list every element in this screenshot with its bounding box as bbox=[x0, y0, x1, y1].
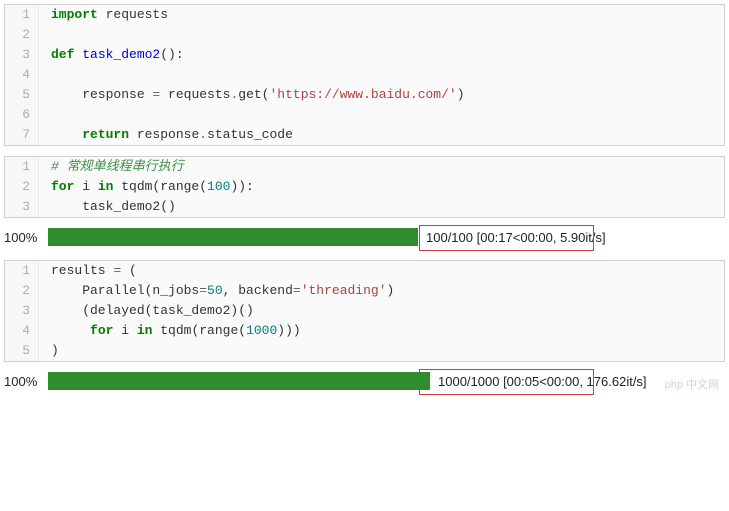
code-block-1: 1import requests2 3def task_demo2():4 5 … bbox=[4, 4, 725, 146]
code-line: 3 task_demo2() bbox=[5, 197, 724, 217]
line-number: 3 bbox=[5, 45, 39, 65]
line-number: 5 bbox=[5, 85, 39, 105]
line-number: 4 bbox=[5, 321, 39, 341]
progress-fill-2 bbox=[48, 372, 430, 390]
code-line: 3 (delayed(task_demo2)() bbox=[5, 301, 724, 321]
code-line: 1import requests bbox=[5, 5, 724, 25]
line-number: 2 bbox=[5, 25, 39, 45]
code-line: 2 bbox=[5, 25, 724, 45]
code-text: task_demo2() bbox=[39, 197, 724, 217]
code-text: for i in tqdm(range(1000))) bbox=[39, 321, 724, 341]
line-number: 6 bbox=[5, 105, 39, 125]
code-line: 2 Parallel(n_jobs=50, backend='threading… bbox=[5, 281, 724, 301]
code-line: 4 bbox=[5, 65, 724, 85]
code-text: for i in tqdm(range(100)): bbox=[39, 177, 724, 197]
line-number: 7 bbox=[5, 125, 39, 145]
code-text bbox=[39, 105, 724, 125]
progress-fill-1 bbox=[48, 228, 418, 246]
code-line: 1# 常规单线程串行执行 bbox=[5, 157, 724, 177]
line-number: 2 bbox=[5, 281, 39, 301]
line-number: 1 bbox=[5, 157, 39, 177]
code-text: # 常规单线程串行执行 bbox=[39, 157, 724, 177]
code-line: 2for i in tqdm(range(100)): bbox=[5, 177, 724, 197]
code-text: Parallel(n_jobs=50, backend='threading') bbox=[39, 281, 724, 301]
code-line: 5) bbox=[5, 341, 724, 361]
code-line: 3def task_demo2(): bbox=[5, 45, 724, 65]
progress-bar-1: 100% 100/100 [00:17<00:00, 5.90it/s] bbox=[4, 228, 725, 246]
code-text: import requests bbox=[39, 5, 724, 25]
code-line: 4 for i in tqdm(range(1000))) bbox=[5, 321, 724, 341]
line-number: 2 bbox=[5, 177, 39, 197]
code-line: 1results = ( bbox=[5, 261, 724, 281]
code-text: ) bbox=[39, 341, 724, 361]
code-line: 5 response = requests.get('https://www.b… bbox=[5, 85, 724, 105]
code-text: response = requests.get('https://www.bai… bbox=[39, 85, 724, 105]
code-text: def task_demo2(): bbox=[39, 45, 724, 65]
code-block-3: 1results = (2 Parallel(n_jobs=50, backen… bbox=[4, 260, 725, 362]
line-number: 3 bbox=[5, 197, 39, 217]
code-text bbox=[39, 65, 724, 85]
progress-text-2: 1000/1000 [00:05<00:00, 176.62it/s] bbox=[438, 374, 647, 389]
progress-text-1: 100/100 [00:17<00:00, 5.90it/s] bbox=[426, 230, 606, 245]
watermark: php 中文网 bbox=[665, 376, 719, 392]
code-text: results = ( bbox=[39, 261, 724, 281]
progress-pct-2: 100% bbox=[4, 374, 48, 389]
line-number: 4 bbox=[5, 65, 39, 85]
line-number: 3 bbox=[5, 301, 39, 321]
line-number: 5 bbox=[5, 341, 39, 361]
code-text: return response.status_code bbox=[39, 125, 724, 145]
code-line: 6 bbox=[5, 105, 724, 125]
line-number: 1 bbox=[5, 5, 39, 25]
code-text bbox=[39, 25, 724, 45]
line-number: 1 bbox=[5, 261, 39, 281]
code-block-2: 1# 常规单线程串行执行2for i in tqdm(range(100)):3… bbox=[4, 156, 725, 218]
code-text: (delayed(task_demo2)() bbox=[39, 301, 724, 321]
progress-pct-1: 100% bbox=[4, 230, 48, 245]
progress-bar-2: 100% 1000/1000 [00:05<00:00, 176.62it/s]… bbox=[4, 372, 725, 390]
code-line: 7 return response.status_code bbox=[5, 125, 724, 145]
